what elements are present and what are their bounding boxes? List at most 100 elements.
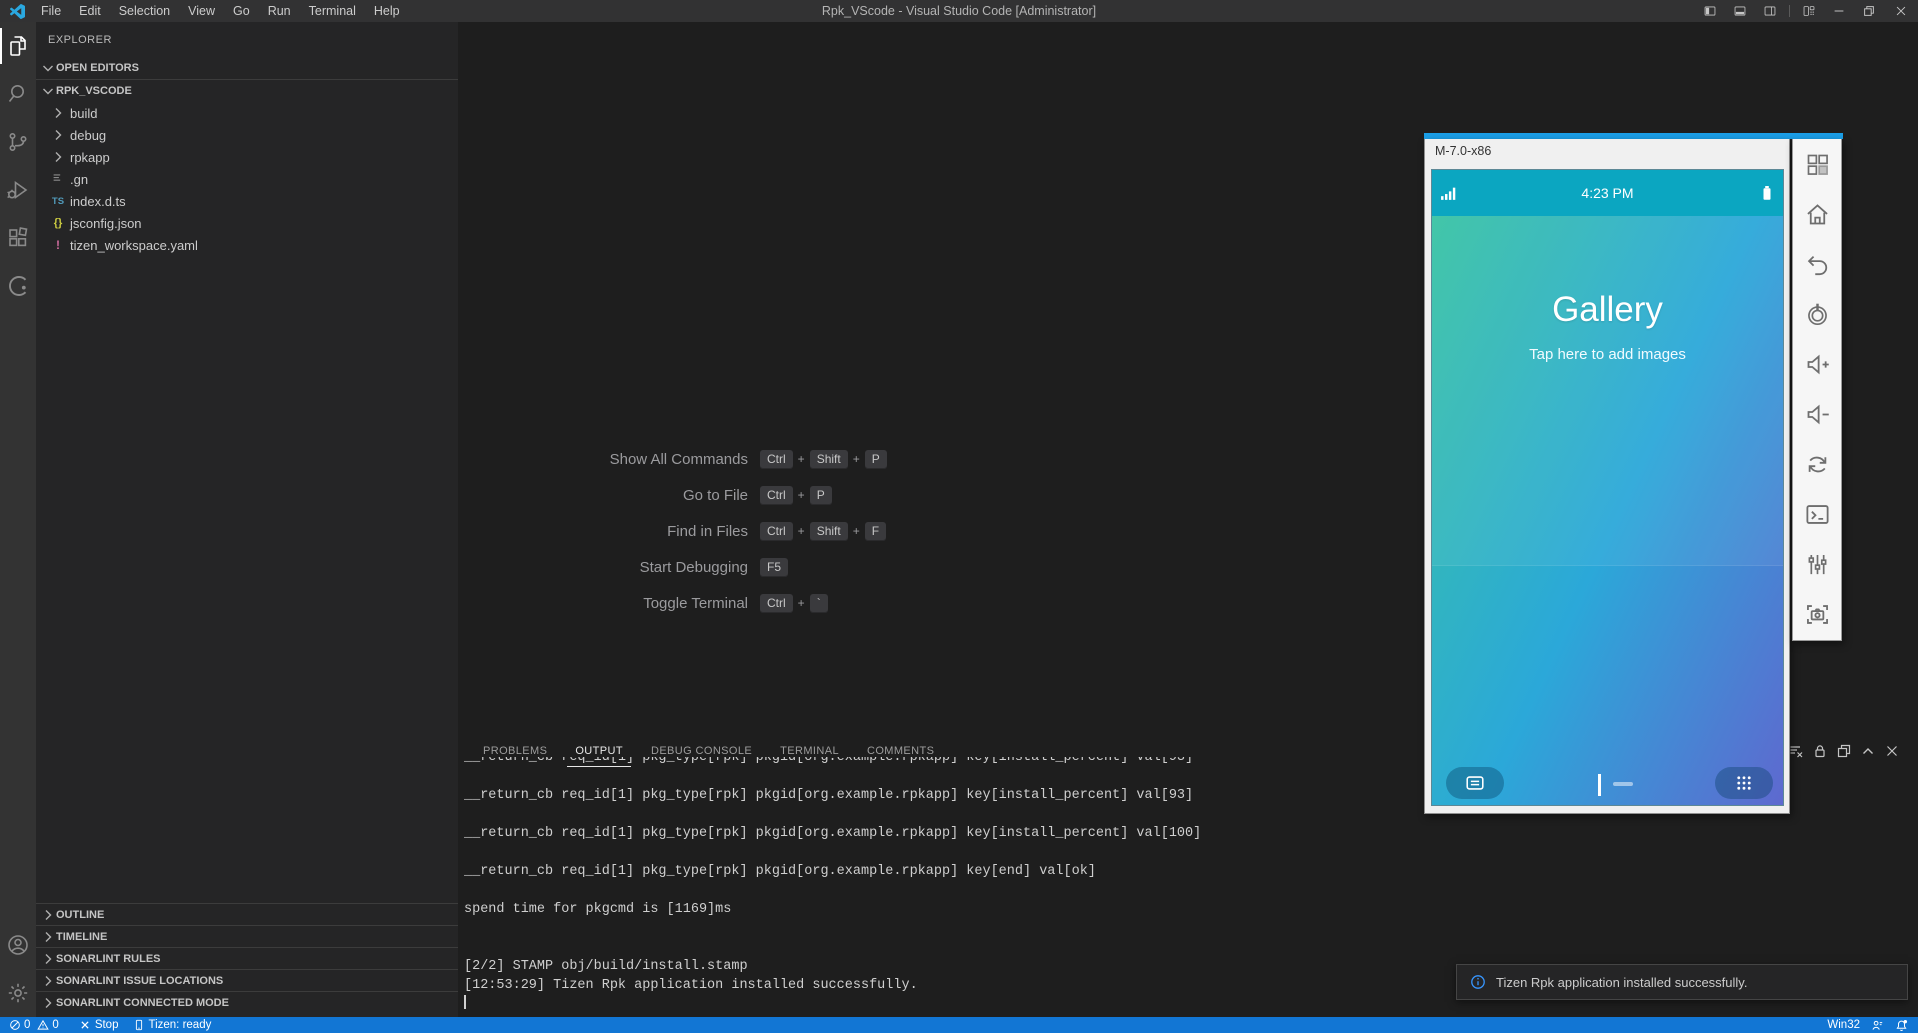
bell-icon[interactable] [1894,1018,1908,1032]
gallery-app[interactable]: Gallery Tap here to add images [1432,216,1783,805]
key-ctrl: Ctrl [760,594,793,613]
status-bar: 0 0 Stop Tizen: ready Win32 [0,1017,1918,1033]
chevron-right-icon [40,951,56,967]
section-sonarlint-issue-locations[interactable]: SONARLINT ISSUE LOCATIONS [36,969,458,991]
maximize-panel-icon[interactable] [1856,739,1880,763]
stop-icon [79,1019,92,1032]
menu-go[interactable]: Go [224,0,259,22]
section-sonarlint-connected-mode[interactable]: SONARLINT CONNECTED MODE [36,991,458,1013]
volume-down-icon[interactable] [1793,389,1841,439]
key-separator: + [853,524,860,538]
chevron-down-icon [40,60,56,76]
explorer-icon[interactable] [0,22,36,70]
menu-help[interactable]: Help [365,0,409,22]
tree-item-index-d-ts[interactable]: TSindex.d.ts [36,190,458,212]
shortcut-hints: Show All CommandsCtrl+Shift+PGo to FileC… [458,446,1358,626]
key-p: P [810,486,832,505]
close-button[interactable] [1884,0,1918,22]
explorer-header: EXPLORER [36,22,458,57]
tree-item-tizen-workspace-yaml[interactable]: !tizen_workspace.yaml [36,234,458,256]
stop-button[interactable]: Stop [79,1019,119,1032]
extensions-icon[interactable] [0,214,36,262]
open-editors-label: OPEN EDITORS [56,62,139,74]
key-`: ` [810,594,828,613]
error-count: 0 [24,1019,30,1031]
explorer-sidebar: EXPLORER OPEN EDITORS RPK_VSCODE buildde… [36,22,458,1017]
feedback-icon[interactable] [1870,1018,1884,1032]
menu-selection[interactable]: Selection [110,0,179,22]
minimize-button[interactable] [1824,0,1854,22]
account-icon[interactable] [0,921,36,969]
sonarlint-icon[interactable] [0,262,36,310]
warning-icon [36,1019,49,1032]
settings-gear-icon[interactable] [0,969,36,1017]
output-line [464,843,1916,862]
home-icon[interactable] [1793,189,1841,239]
tree-item-jsconfig-json[interactable]: {}jsconfig.json [36,212,458,234]
file-tree: builddebug rpkapp .gnTSindex.d.ts{}jsconfi… [36,102,458,256]
close-panel-icon[interactable] [1880,739,1904,763]
toggle-panel-icon[interactable] [1725,0,1755,22]
activity-bar-top [0,22,36,310]
shortcut-keys: Ctrl+` [760,594,828,613]
vscode-logo-icon [8,3,26,19]
restore-button[interactable] [1854,0,1884,22]
tree-item-rpkapp[interactable]: rpkapp [36,146,458,168]
menu-edit[interactable]: Edit [70,0,110,22]
tree-item-build[interactable]: build [36,102,458,124]
tree-item--gn[interactable]: .gn [36,168,458,190]
output-caret [464,995,466,1009]
menu-view[interactable]: View [179,0,224,22]
multiwindow-icon[interactable] [1793,139,1841,189]
activity-bar [0,22,36,1017]
search-icon[interactable] [0,70,36,118]
window-controls [1695,0,1918,22]
back-icon[interactable] [1793,239,1841,289]
gallery-add-images-hint[interactable]: Tap here to add images [1432,346,1783,363]
key-ctrl: Ctrl [760,522,793,541]
workspace-root-section[interactable]: RPK_VSCODE [36,80,458,102]
volume-up-icon[interactable] [1793,339,1841,389]
section-timeline[interactable]: TIMELINE [36,925,458,947]
shortcut-row: Show All CommandsCtrl+Shift+P [458,446,1358,472]
rotate-icon[interactable] [1793,439,1841,489]
problems-status[interactable]: 0 0 [8,1019,65,1032]
menu-terminal[interactable]: Terminal [300,0,365,22]
output-line: __return_cb req_id[1] pkg_type[rpk] pkgi… [464,824,1916,843]
tree-item-label: rpkapp [70,150,110,165]
warning-count: 0 [52,1019,58,1031]
customize-layout-icon[interactable] [1794,0,1824,22]
ts-file-icon: TS [50,196,66,207]
phone-screen[interactable]: Gallery Tap here to add images 4:23 PM [1431,169,1784,806]
key-f: F [865,522,886,541]
screenshot-icon[interactable] [1793,589,1841,639]
tizen-status[interactable]: Tizen: ready [132,1019,211,1032]
section-sonarlint-rules[interactable]: SONARLINT RULES [36,947,458,969]
platform-label[interactable]: Win32 [1827,1019,1860,1031]
menu-run[interactable]: Run [259,0,300,22]
stop-label: Stop [95,1019,119,1031]
controls-icon[interactable] [1793,539,1841,589]
emulator-frame[interactable]: M-7.0-x86 Gallery Tap here to add images [1424,139,1790,814]
output-line: spend time for pkgcmd is [1169]ms [464,900,1916,919]
shell-icon[interactable] [1793,489,1841,539]
notification-toast[interactable]: Tizen Rpk application installed successf… [1456,964,1908,1000]
chevron-down-icon [40,83,56,99]
run-debug-icon[interactable] [0,166,36,214]
task-switcher-button[interactable] [1446,767,1504,799]
tree-item-debug[interactable]: debug [36,124,458,146]
toggle-sidebar-icon[interactable] [1695,0,1725,22]
app-drawer-button[interactable] [1715,767,1773,799]
key-p: P [865,450,887,469]
key-f5: F5 [760,558,788,577]
list-pill-icon [1464,772,1486,794]
open-editors-section[interactable]: OPEN EDITORS [36,57,458,80]
toggle-secondary-sidebar-icon[interactable] [1755,0,1785,22]
power-icon[interactable] [1793,289,1841,339]
phone-clock: 4:23 PM [1432,170,1783,216]
section-outline[interactable]: OUTLINE [36,903,458,925]
source-control-icon[interactable] [0,118,36,166]
key-separator: + [798,488,805,502]
menu-file[interactable]: File [32,0,70,22]
output-line [464,881,1916,900]
